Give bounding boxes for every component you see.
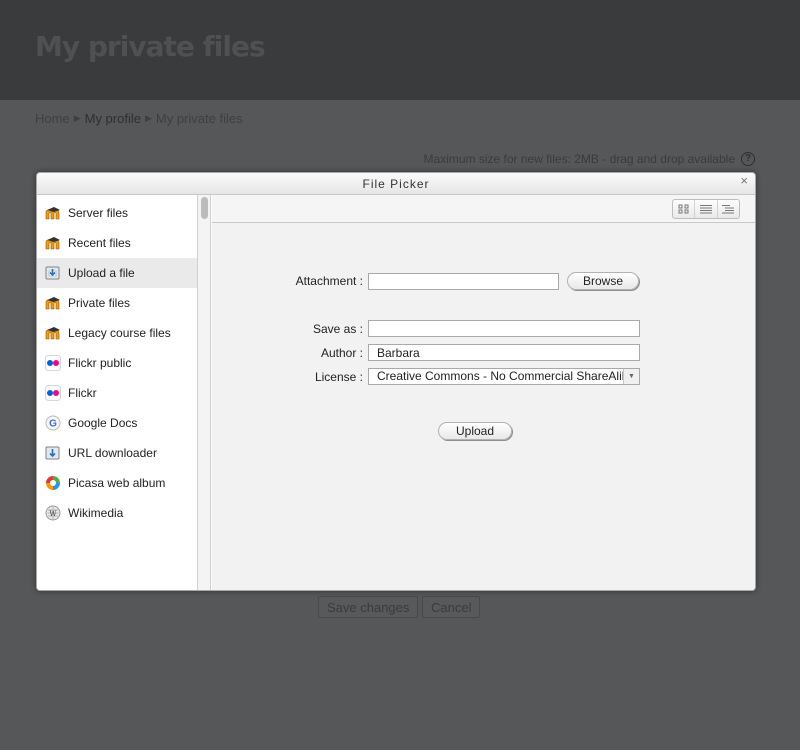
repository-item-wikimedia[interactable]: W Wikimedia — [37, 498, 197, 528]
max-size-text: Maximum size for new files: 2MB - drag a… — [423, 152, 735, 166]
breadcrumb-home[interactable]: Home — [35, 111, 70, 126]
repository-label: Private files — [68, 296, 131, 310]
moodle-icon — [45, 325, 61, 341]
license-value: Creative Commons - No Commercial ShareAl… — [377, 369, 635, 383]
picasa-icon — [45, 475, 61, 491]
repository-label: Flickr — [68, 386, 97, 400]
details-view-icon[interactable] — [694, 200, 716, 218]
dialog-titlebar[interactable]: File Picker × — [37, 173, 755, 195]
page-title: My private files — [35, 30, 266, 63]
moodle-icon — [45, 205, 61, 221]
repository-item-legacy-course-files[interactable]: Legacy course files — [37, 318, 197, 348]
breadcrumb-separator-icon: ▶ — [73, 113, 81, 123]
max-size-note: Maximum size for new files: 2MB - drag a… — [424, 152, 755, 166]
repository-item-google-docs[interactable]: G Google Docs — [37, 408, 197, 438]
license-row: License : Creative Commons - No Commerci… — [282, 368, 640, 385]
svg-text:G: G — [49, 419, 57, 430]
chevron-down-icon: ▼ — [623, 369, 639, 384]
breadcrumb-separator-icon: ▶ — [144, 113, 152, 123]
saveas-field[interactable] — [368, 320, 640, 337]
repository-item-flickr-public[interactable]: Flickr public — [37, 348, 197, 378]
repository-item-upload-a-file[interactable]: Upload a file — [37, 258, 197, 288]
repository-label: Wikimedia — [68, 506, 124, 520]
repository-label: Server files — [68, 206, 129, 220]
scrollbar-thumb[interactable] — [201, 197, 208, 219]
svg-text:W: W — [49, 510, 57, 518]
dialog-title: File Picker — [362, 177, 430, 191]
help-icon[interactable]: ? — [741, 152, 755, 166]
repository-item-server-files[interactable]: Server files — [37, 198, 197, 228]
flickr-icon — [45, 355, 61, 371]
repository-label: Flickr public — [68, 356, 132, 370]
page-header: My private files — [0, 0, 800, 100]
author-field[interactable] — [368, 344, 640, 361]
breadcrumb-profile[interactable]: My profile — [85, 111, 141, 126]
repository-label: Recent files — [68, 236, 131, 250]
cancel-button[interactable]: Cancel — [422, 596, 481, 618]
upload-icon — [45, 265, 61, 281]
icons-view-icon[interactable] — [673, 200, 694, 218]
save-changes-button[interactable]: Save changes — [318, 596, 419, 618]
close-icon[interactable]: × — [740, 173, 749, 189]
repository-label: Upload a file — [68, 266, 135, 280]
repository-item-recent-files[interactable]: Recent files — [37, 228, 197, 258]
saveas-label: Save as : — [312, 321, 363, 336]
moodle-icon — [45, 235, 61, 251]
repository-item-flickr[interactable]: Flickr — [37, 378, 197, 408]
url-download-icon — [45, 445, 61, 461]
picker-content: Attachment : Browse Save as : Author : L… — [212, 195, 755, 590]
repository-label: URL downloader — [68, 446, 157, 460]
upload-button[interactable]: Upload — [438, 422, 512, 440]
breadcrumb: Home ▶ My profile ▶ My private files — [35, 111, 243, 126]
google-icon: G — [45, 415, 61, 431]
breadcrumb-current: My private files — [155, 111, 243, 126]
tree-view-icon[interactable] — [716, 200, 739, 218]
repository-label: Legacy course files — [68, 326, 171, 340]
repository-item-private-files[interactable]: Private files — [37, 288, 197, 318]
author-label: Author : — [320, 345, 363, 360]
flickr-icon — [45, 385, 61, 401]
wikimedia-icon: W — [45, 505, 61, 521]
repository-label: Google Docs — [68, 416, 138, 430]
repository-item-url-downloader[interactable]: URL downloader — [37, 438, 197, 468]
license-select[interactable]: Creative Commons - No Commercial ShareAl… — [368, 368, 640, 385]
repository-label: Picasa web album — [68, 476, 166, 490]
moodle-icon — [45, 295, 61, 311]
view-mode-group — [672, 199, 740, 219]
repository-list: Server files Recent files Upload a file Pri… — [37, 195, 198, 590]
file-picker-dialog: File Picker × Server files Recent files Up… — [36, 172, 756, 591]
author-row: Author : — [282, 344, 640, 361]
license-label: License : — [314, 369, 363, 384]
repository-item-picasa-web-album[interactable]: Picasa web album — [37, 468, 197, 498]
picker-toolbar — [212, 195, 755, 223]
attachment-row: Attachment : Browse — [282, 272, 639, 290]
saveas-row: Save as : — [282, 320, 640, 337]
sidebar-scrollbar[interactable] — [198, 195, 211, 590]
attachment-label: Attachment : — [295, 274, 363, 288]
attachment-field[interactable] — [368, 272, 559, 290]
browse-button[interactable]: Browse — [567, 272, 639, 290]
